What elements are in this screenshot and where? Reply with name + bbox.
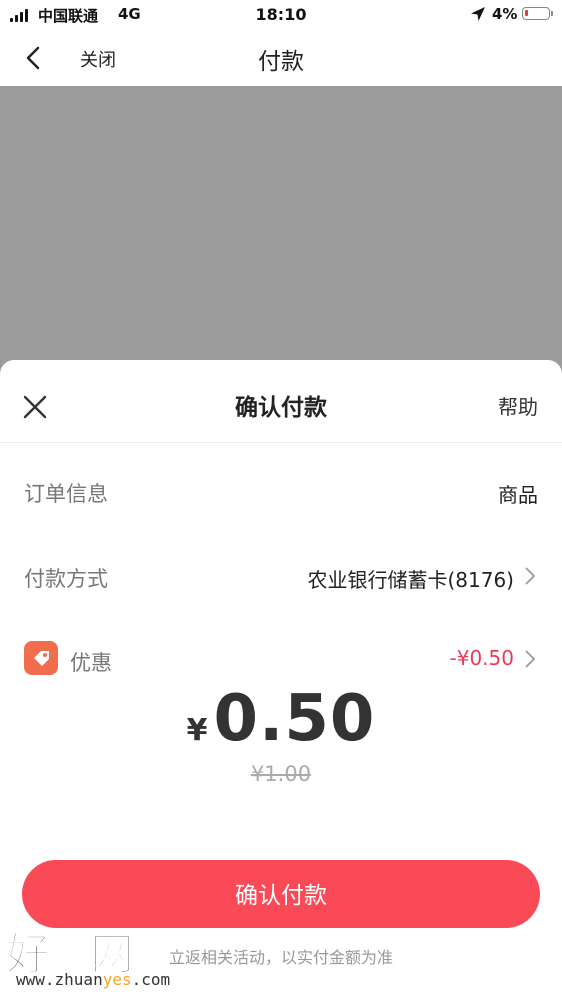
divider <box>0 442 562 443</box>
location-arrow-icon <box>471 7 485 21</box>
dimmed-overlay[interactable] <box>0 86 562 386</box>
sheet-title: 确认付款 <box>235 395 327 421</box>
currency-symbol: ¥ <box>186 713 208 748</box>
original-amount: ¥1.00 <box>250 762 312 786</box>
payment-amount: ¥0.50 <box>0 682 562 756</box>
order-info-value: 商品 <box>498 483 538 507</box>
watermark-url: www.zhuanyes.com <box>16 970 171 989</box>
battery-percent: 4% <box>492 5 518 23</box>
help-link[interactable]: 帮助 <box>498 391 538 420</box>
chevron-right-icon <box>525 650 536 668</box>
coupon-tag-icon <box>24 641 58 675</box>
order-info-label: 订单信息 <box>24 482 108 506</box>
amount-value: 0.50 <box>213 682 376 756</box>
payment-method-label: 付款方式 <box>24 567 108 591</box>
nav-bar: 关闭 付款 <box>0 30 562 86</box>
discount-label: 优惠 <box>70 651 112 675</box>
discount-value: -¥0.50 <box>449 646 514 670</box>
page-title: 付款 <box>258 49 304 75</box>
payment-method-value: 农业银行储蓄卡(8176) <box>307 568 514 592</box>
watermark-logo: 好赚网 www.zhuanyes.com <box>5 918 196 992</box>
status-bar: 中国联通 4G 18:10 4% <box>0 0 562 30</box>
battery-icon <box>522 7 553 20</box>
chevron-right-icon <box>525 567 536 585</box>
payment-sheet: 确认付款 帮助 订单信息 商品 付款方式 农业银行储蓄卡(8176) 优惠 -¥… <box>0 360 562 1000</box>
